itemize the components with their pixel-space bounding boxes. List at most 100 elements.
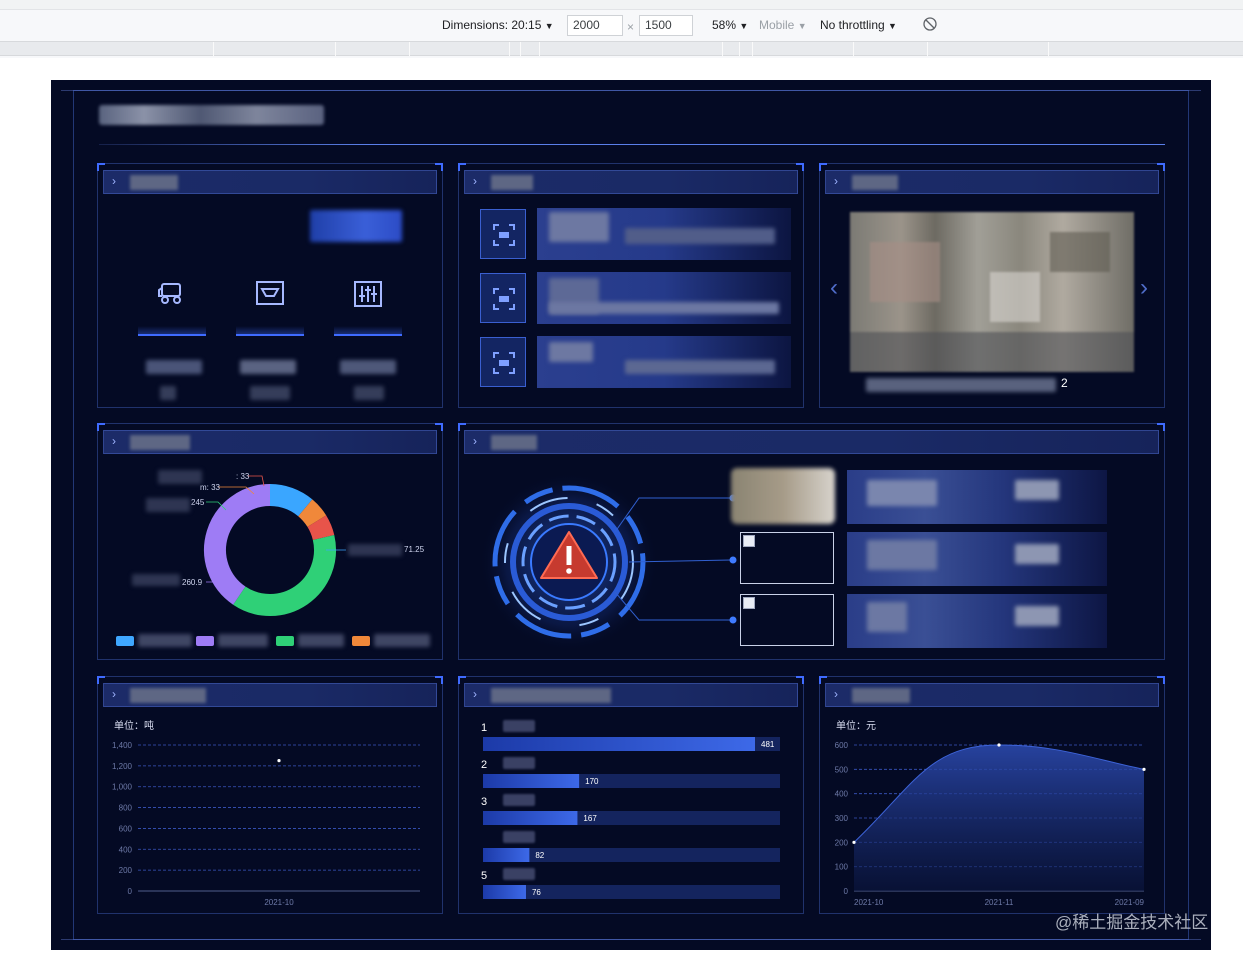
rank-number: 3 (481, 796, 487, 808)
donut-chart: : 33 m: 33 245 71.25 260.9 (182, 472, 425, 616)
y-tick-label: 1,400 (112, 741, 133, 750)
donut-legend (116, 634, 436, 648)
alarm-image-placeholder[interactable] (740, 594, 834, 646)
title-divider (99, 144, 1165, 145)
rotate-icon[interactable] (922, 16, 938, 35)
frame-bottom-line (61, 939, 1201, 940)
data-point[interactable] (852, 840, 856, 844)
throttling-dropdown[interactable]: No throttling ▼ (820, 18, 897, 32)
y-tick-label: 300 (835, 814, 849, 823)
broken-image-icon (743, 597, 755, 609)
donut-label: 71.25 (404, 545, 425, 554)
bar[interactable] (483, 885, 526, 899)
scan-button[interactable] (480, 337, 526, 387)
legend-label[interactable] (374, 634, 430, 647)
y-tick-label: 0 (128, 887, 133, 896)
rank-number: 5 (481, 870, 487, 882)
scale-stat[interactable] (236, 272, 304, 336)
y-tick-label: 600 (119, 824, 133, 833)
info-row[interactable] (537, 272, 791, 324)
legend-label[interactable] (138, 634, 192, 647)
truck-stat[interactable] (138, 272, 206, 336)
bar[interactable] (483, 737, 755, 751)
stat-label-redacted (240, 360, 296, 374)
alarm-photo[interactable] (731, 468, 835, 524)
dashboard-screen: › › › ‹ › 2 ›: 33 m: 33 245 71.25 260.9… (51, 80, 1211, 950)
chevron-left-icon[interactable]: ‹ (830, 274, 838, 302)
alarm-detail-row[interactable] (847, 594, 1107, 648)
ranking-bar-chart: 1 481 2 170 3 167 82 5 76 (481, 720, 780, 899)
stat-value-redacted (250, 386, 290, 400)
weighing-scale-icon (256, 281, 284, 305)
info-row[interactable] (537, 208, 791, 260)
x-tick-label: 2021-10 (854, 898, 884, 907)
info-row[interactable] (537, 336, 791, 388)
zoom-dropdown[interactable]: 58% ▼ (712, 18, 748, 32)
photo-caption-redacted (866, 378, 1056, 392)
y-tick-label: 0 (844, 887, 849, 896)
dimensions-dropdown[interactable]: Dimensions: 20:15 ▼ (442, 18, 554, 32)
site-photo[interactable] (850, 212, 1134, 372)
media-query-ruler (0, 41, 1243, 56)
data-point[interactable] (1142, 767, 1146, 771)
bar[interactable] (483, 774, 580, 788)
bar[interactable] (483, 811, 578, 825)
bar[interactable] (483, 848, 530, 862)
rank-name-redacted (503, 868, 535, 880)
data-point[interactable] (997, 743, 1001, 747)
device-toolbar-row: Dimensions: 20:15 ▼ 2000 × 1500 58% ▼ Mo… (0, 14, 1243, 38)
donut-label: 245 (191, 498, 205, 507)
alarm-image-placeholder[interactable] (740, 532, 834, 584)
settings-stat[interactable] (334, 272, 402, 336)
alarm-detail-row[interactable] (847, 470, 1107, 524)
bar-value-label: 167 (583, 814, 597, 823)
device-type-dropdown[interactable]: Mobile ▼ (759, 18, 807, 32)
carousel-page-index: 2 (1061, 376, 1068, 390)
devtools-device-toolbar: Dimensions: 20:15 ▼ 2000 × 1500 58% ▼ Mo… (0, 0, 1243, 58)
scan-icon (493, 288, 515, 310)
panel-header: › (103, 170, 437, 194)
panel-line-chart: › 单位：吨 0 200 400 600 800 1,000 1,200 1,400 2021-… (97, 676, 443, 914)
legend-swatch (116, 636, 134, 646)
y-tick-label: 800 (119, 804, 133, 813)
legend-label[interactable] (218, 634, 268, 647)
page-title-redacted (99, 105, 324, 125)
y-tick-label: 200 (835, 838, 849, 847)
donut-slice[interactable] (269, 484, 313, 517)
bar-value-label: 76 (532, 888, 541, 897)
area-chart: 0 100 200 300 400 500 600 2021-10 2021-11 2021-09 (835, 741, 1146, 907)
scan-button[interactable] (480, 273, 526, 323)
legend-label[interactable] (298, 634, 344, 647)
rank-number: 1 (481, 722, 487, 734)
donut-slice[interactable] (297, 499, 327, 528)
donut-label: 260.9 (182, 578, 203, 587)
rank-number: 2 (481, 759, 487, 771)
y-tick-label: 1,000 (112, 783, 133, 792)
scan-icon (493, 352, 515, 374)
rank-name-redacted (503, 831, 535, 843)
zoom-label: 58% (712, 18, 737, 32)
stat-value-redacted (160, 386, 176, 400)
scan-button[interactable] (480, 209, 526, 259)
legend-swatch (352, 636, 370, 646)
stat-label-redacted (146, 360, 202, 374)
panel-header: › (825, 170, 1159, 194)
chevron-down-icon: ▼ (739, 21, 749, 31)
height-input[interactable]: 1500 (639, 15, 693, 36)
donut-slice[interactable] (307, 515, 335, 541)
y-tick-label: 600 (835, 741, 849, 750)
rank-name-redacted (503, 794, 535, 806)
chevron-right-icon: › (473, 434, 477, 448)
data-point[interactable] (277, 759, 281, 763)
dimensions-label: Dimensions: 20:15 (442, 18, 542, 32)
bar-value-label: 170 (585, 777, 599, 786)
frame-top-line (61, 90, 1201, 91)
alarm-detail-row[interactable] (847, 532, 1107, 586)
width-input[interactable]: 2000 (567, 15, 623, 36)
y-tick-label: 200 (119, 866, 133, 875)
chevron-right-icon[interactable]: › (1140, 274, 1148, 302)
legend-swatch (276, 636, 294, 646)
summary-value-redacted (310, 210, 402, 242)
chevron-right-icon: › (834, 174, 838, 188)
rank-name-redacted (503, 757, 535, 769)
